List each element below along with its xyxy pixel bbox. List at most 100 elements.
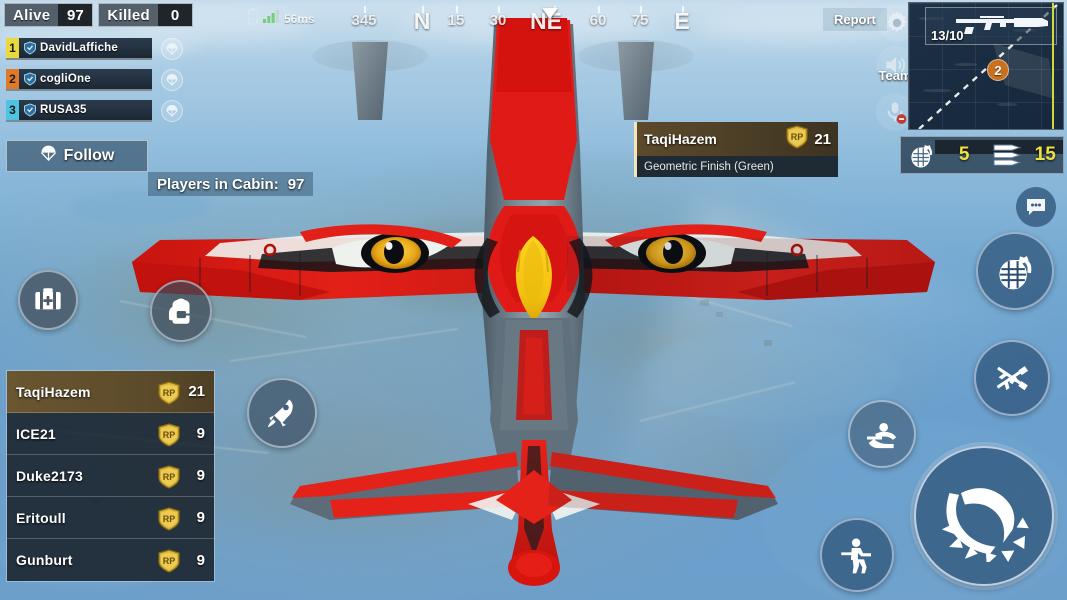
leaderboard-row: Duke2173 RP 9	[7, 455, 214, 497]
rocket-button[interactable]	[247, 378, 317, 448]
terrain-building	[700, 300, 709, 306]
medkit-icon	[35, 288, 61, 310]
teammate-entry[interactable]: 1 DavidLaffiche	[6, 38, 152, 60]
grenade-icon	[901, 140, 942, 170]
killed-value: 0	[158, 4, 192, 26]
clan-badge-icon	[22, 103, 37, 118]
svg-text:RP: RP	[163, 556, 176, 566]
compass-label-30: 30	[489, 12, 507, 29]
terrain-building	[250, 262, 258, 268]
bullets-icon	[986, 142, 1027, 168]
jump-button[interactable]	[914, 446, 1054, 586]
latency-value: 56ms	[284, 12, 315, 26]
teammate-row[interactable]: 1 DavidLaffiche	[6, 38, 186, 60]
alive-counter: Alive 97	[4, 3, 94, 27]
backpack-icon	[168, 298, 191, 324]
teammate-row[interactable]: 3 RUSA35	[6, 100, 186, 122]
teammate-number: 3	[6, 100, 19, 120]
ammo-bar: 5 15	[900, 136, 1064, 174]
compass: 345 N 15 30 NE 60 75 E	[330, 2, 730, 46]
cabin-label: Players in Cabin:	[157, 175, 279, 193]
banner-player-name: TaqiHazem	[644, 131, 717, 147]
teammate-row[interactable]: 2 cogliOne	[6, 69, 186, 91]
follow-button[interactable]: Follow	[6, 140, 148, 172]
teammate-name: cogliOne	[40, 73, 91, 85]
grenade-icon	[999, 255, 1032, 290]
teammate-list: 1 DavidLaffiche 2 cogliOne 3 RUSA35	[6, 38, 186, 131]
leaderboard-name: Duke2173	[16, 467, 83, 484]
backpack-button[interactable]	[150, 280, 212, 342]
leaderboard-name: TaqiHazem	[16, 383, 91, 400]
terrain-building	[812, 272, 822, 279]
minimap-zone-line	[1052, 3, 1054, 129]
rp-badge-icon: RP	[786, 124, 808, 154]
rp-badge-icon: RP	[158, 380, 180, 405]
minimap[interactable]: 13/10 2	[908, 2, 1064, 130]
status-bar: Alive 97 Killed 0	[4, 3, 193, 27]
minimap-marker: 2	[987, 59, 1009, 81]
compass-label-n: N	[413, 8, 431, 34]
teammate-number: 2	[6, 69, 19, 89]
battery-icon	[247, 8, 259, 30]
killed-label: Killed	[107, 6, 150, 24]
crossed-rifles-icon	[996, 366, 1029, 391]
leaderboard-name: ICE21	[16, 425, 56, 442]
compass-label-345: 345	[351, 12, 377, 29]
teammate-number: 1	[6, 38, 19, 58]
leaderboard-score: 9	[196, 509, 205, 526]
terrain-building	[716, 312, 723, 317]
grenade-button[interactable]	[976, 232, 1054, 310]
prone-shooter-button[interactable]	[848, 400, 916, 468]
leaderboard-score: 9	[196, 425, 205, 442]
rocket-icon	[267, 399, 293, 428]
bullet-count: 15	[1034, 144, 1056, 165]
teammate-name: RUSA35	[40, 104, 87, 116]
rp-badge-icon: RP	[158, 506, 180, 531]
teammate-entry[interactable]: 2 cogliOne	[6, 69, 152, 91]
microphone-muted-icon	[887, 102, 907, 124]
weapons-button[interactable]	[974, 340, 1050, 416]
players-in-cabin: Players in Cabin: 97	[148, 172, 314, 196]
leaderboard-row: Gunburt RP 9	[7, 539, 214, 581]
svg-text:RP: RP	[791, 132, 804, 142]
leaderboard-score: 9	[196, 551, 205, 569]
leaderboard-score: 9	[196, 467, 205, 484]
alive-label: Alive	[13, 6, 51, 24]
compass-label-60: 60	[589, 12, 607, 29]
gear-icon	[886, 11, 908, 32]
banner-top: TaqiHazem RP 21	[637, 122, 838, 156]
parachute-icon[interactable]	[161, 38, 183, 60]
shoot-button[interactable]	[820, 518, 894, 592]
prone-shooter-icon	[867, 423, 897, 449]
teammate-entry[interactable]: 3 RUSA35	[6, 100, 152, 122]
rp-badge-icon: RP	[158, 464, 180, 489]
terrain-building	[268, 270, 274, 275]
compass-label-15: 15	[447, 12, 465, 29]
medkit-button[interactable]	[18, 270, 78, 330]
cabin-value: 97	[287, 175, 305, 193]
network-info: 56ms	[247, 8, 315, 30]
terrain-building	[764, 340, 772, 346]
chat-bubble-icon	[1027, 199, 1045, 215]
leaderboard-name: Eritoull	[16, 509, 66, 526]
skydive-jump-icon	[941, 488, 1029, 562]
compass-heading-marker	[542, 8, 558, 19]
parachute-icon[interactable]	[161, 100, 183, 122]
clan-badge-icon	[22, 72, 37, 87]
leaderboard-name: Gunburt	[16, 552, 73, 568]
leaderboard: TaqiHazem RP 21 ICE21 RP 9 Duke2173 RP 9…	[6, 370, 215, 582]
svg-text:RP: RP	[163, 514, 176, 524]
grenade-count: 5	[958, 144, 970, 165]
signal-bars-icon	[263, 10, 279, 28]
chat-button[interactable]	[1016, 187, 1056, 227]
svg-text:RP: RP	[163, 472, 176, 482]
parachute-icon[interactable]	[161, 69, 183, 91]
leaderboard-row: TaqiHazem RP 21	[7, 371, 214, 413]
svg-text:RP: RP	[163, 430, 176, 440]
alive-value: 97	[58, 4, 93, 26]
banner-score: 21	[814, 130, 831, 148]
game-screen: Alive 97 Killed 0 1 DavidLaffiche 2 cogl…	[0, 0, 1067, 600]
compass-label-e: E	[674, 8, 690, 34]
follow-label: Follow	[63, 147, 115, 164]
rp-badge-icon: RP	[158, 422, 180, 447]
